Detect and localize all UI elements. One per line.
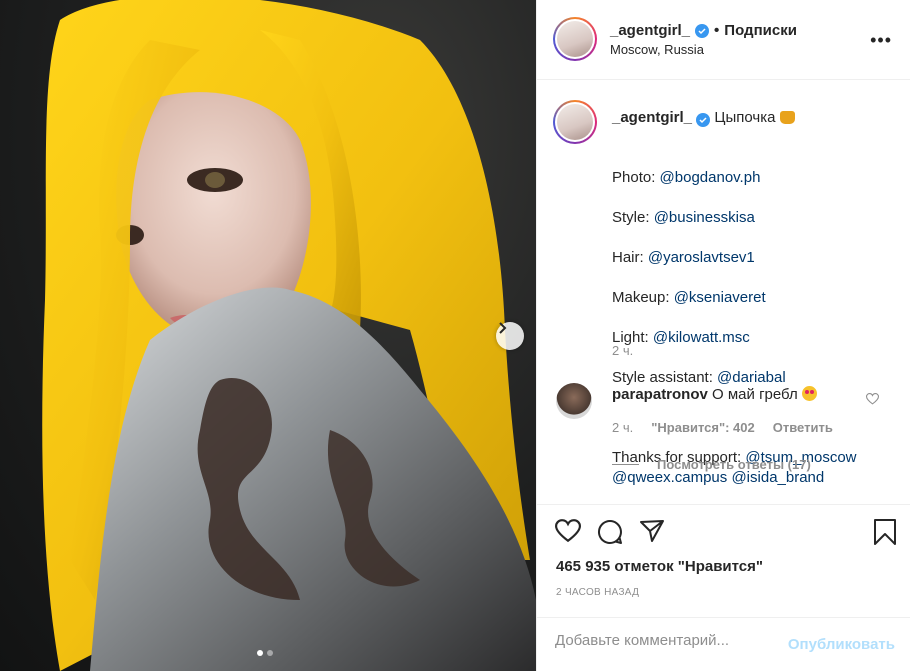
comment-icon: [598, 519, 622, 544]
comments-area[interactable]: _agentgirl_ Цыпочка Photo: @bogdanov.ph …: [537, 81, 910, 503]
next-photo-button[interactable]: [496, 322, 524, 350]
comment-meta: 2 ч. "Нравится": 402 Ответить: [612, 420, 833, 435]
comment-likes[interactable]: "Нравится": 402: [651, 420, 755, 435]
author-username[interactable]: _agentgirl_: [610, 22, 690, 39]
credit-line: Makeup: @kseniaveret: [612, 289, 766, 306]
caption-body: Photo: @bogdanov.ph Style: @businesskisa…: [612, 148, 902, 503]
bookmark-icon: [874, 519, 896, 545]
caption-avatar[interactable]: [553, 100, 597, 144]
like-button[interactable]: [555, 519, 581, 545]
mention-link[interactable]: @bogdanov.ph: [660, 169, 761, 186]
post-photo[interactable]: [0, 0, 536, 671]
caption-headline: _agentgirl_ Цыпочка: [612, 108, 897, 128]
carousel-dots: [257, 650, 273, 656]
avatar[interactable]: [553, 17, 597, 61]
caption-headline-text: Цыпочка: [714, 109, 776, 126]
more-icon[interactable]: •••: [870, 30, 892, 51]
likes-count[interactable]: 465 935 отметок "Нравится": [556, 558, 763, 575]
post-author: _agentgirl_ • Подписки: [610, 22, 797, 39]
mention-link[interactable]: @businesskisa: [654, 209, 755, 226]
reply-button[interactable]: Ответить: [773, 420, 833, 435]
mention-link[interactable]: @kilowatt.msc: [653, 329, 750, 346]
verified-icon: [695, 23, 710, 38]
carousel-dot: [267, 650, 273, 656]
mention-link[interactable]: @dariabal: [717, 369, 786, 386]
comment-text: parapatronov О май гребл: [612, 386, 817, 403]
comment-like-icon[interactable]: [866, 393, 879, 405]
comment-time: 2 ч.: [612, 420, 634, 435]
credit-line: Light: @kilowatt.msc: [612, 329, 750, 346]
heart-icon: [555, 519, 581, 543]
add-comment-form: Опубликовать: [537, 617, 910, 671]
credit-line: Hair: @yaroslavtsev1: [612, 249, 755, 266]
post-header: _agentgirl_ • Подписки Moscow, Russia ••…: [537, 0, 910, 80]
post-actions: 465 935 отметок "Нравится" 2 ЧАСОВ НАЗАД: [537, 504, 910, 624]
commenter-username[interactable]: parapatronov: [612, 386, 708, 403]
post-sidebar: _agentgirl_ • Подписки Moscow, Russia ••…: [536, 0, 910, 671]
share-icon: [640, 520, 664, 542]
comment-button[interactable]: [597, 519, 623, 545]
mention-link[interactable]: @kseniaveret: [674, 289, 766, 306]
credit-line: Photo: @bogdanov.ph: [612, 169, 761, 186]
credit-line: Style assistant: @dariabal: [612, 369, 786, 386]
view-replies-button[interactable]: Посмотреть ответы (17): [612, 457, 811, 472]
mention-link[interactable]: @yaroslavtsev1: [648, 249, 755, 266]
follow-button[interactable]: Подписки: [724, 22, 797, 39]
location-link[interactable]: Moscow, Russia: [610, 42, 704, 57]
comment-body: О май гребл: [712, 386, 798, 403]
heart-eyes-emoji-icon: [801, 386, 817, 401]
view-replies-label: Посмотреть ответы (17): [657, 457, 811, 472]
caption-time: 2 ч.: [612, 343, 634, 358]
credit-line: Style: @businesskisa: [612, 209, 755, 226]
share-button[interactable]: [639, 519, 665, 545]
publish-button[interactable]: Опубликовать: [788, 636, 895, 653]
carousel-dot: [257, 650, 263, 656]
verified-icon: [696, 113, 711, 127]
chevron-right-icon: [499, 322, 507, 334]
honey-emoji-icon: [779, 111, 795, 124]
save-button[interactable]: [873, 519, 897, 545]
caption-username[interactable]: _agentgirl_: [612, 109, 692, 126]
post-date[interactable]: 2 ЧАСОВ НАЗАД: [556, 587, 639, 598]
commenter-avatar[interactable]: [556, 383, 592, 419]
comment-input[interactable]: [555, 632, 775, 649]
photo-illustration: [42, 0, 536, 671]
